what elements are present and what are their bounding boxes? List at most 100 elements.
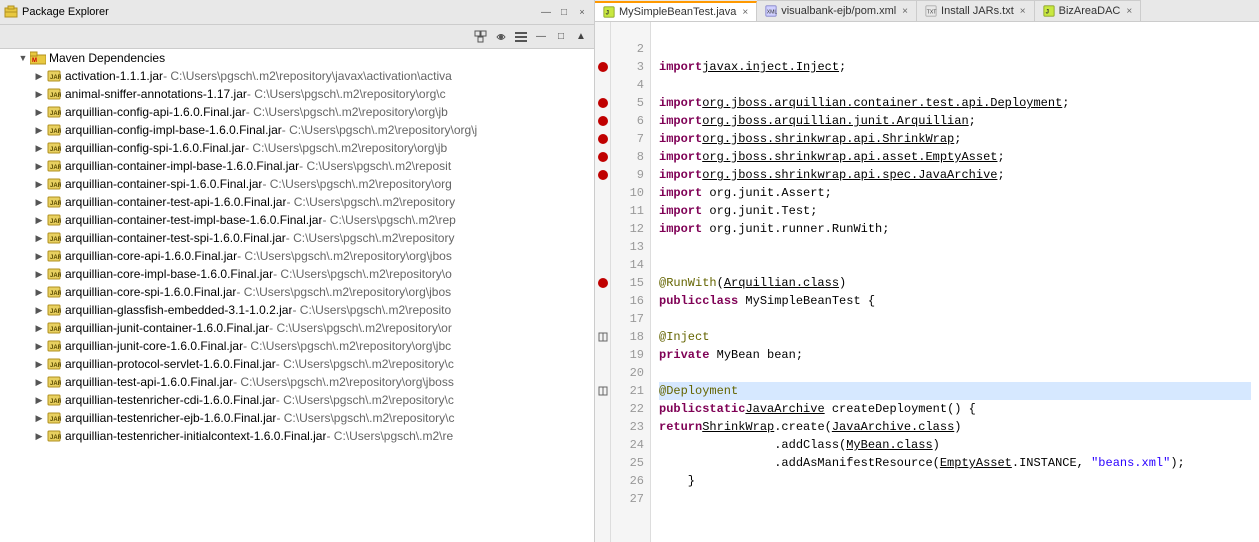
code-line xyxy=(659,22,1251,40)
code-line: @Inject xyxy=(659,328,1251,346)
expand-arrow[interactable]: ▼ xyxy=(16,53,30,63)
svg-text:JAR: JAR xyxy=(50,129,61,135)
list-item[interactable]: ▶JARarquillian-container-test-impl-base-… xyxy=(0,211,594,229)
svg-text:XML: XML xyxy=(767,10,777,16)
close-button[interactable]: × xyxy=(574,4,590,20)
tab-close-txt[interactable]: × xyxy=(1020,6,1026,17)
jar-icon: JAR xyxy=(46,86,62,102)
jar-icon: JAR xyxy=(46,284,62,300)
tab-txt-label: Install JARs.txt xyxy=(941,5,1014,17)
jar-icon: JAR xyxy=(46,374,62,390)
gutter-line-9 xyxy=(595,166,610,184)
code-container[interactable]: 2 3 4 5 6 7 8 9 10 11 12 13 14 15 16 17 … xyxy=(595,22,1259,542)
tab-install-jars[interactable]: TXT Install JARs.txt × xyxy=(917,0,1035,21)
list-item[interactable]: ▶JARarquillian-core-spi-1.6.0.Final.jar … xyxy=(0,283,594,301)
panel-title: Package Explorer xyxy=(22,6,109,18)
jar-icon: JAR xyxy=(46,104,62,120)
gutter-line xyxy=(595,454,610,472)
list-item[interactable]: ▶JARactivation-1.1.1.jar - C:\Users\pgsc… xyxy=(0,67,594,85)
jar-icon: JAR xyxy=(46,338,62,354)
code-line xyxy=(659,490,1251,508)
tab-mysinglebeantest[interactable]: J MySimpleBeanTest.java × xyxy=(595,1,757,22)
gutter-line-18 xyxy=(595,328,610,346)
jar-icon: JAR xyxy=(46,140,62,156)
gutter-line xyxy=(595,418,610,436)
gutter-line xyxy=(595,220,610,238)
code-line: .addAsManifestResource(EmptyAsset.INSTAN… xyxy=(659,454,1251,472)
tab-close-xml[interactable]: × xyxy=(902,6,908,17)
list-item[interactable]: ▶JARarquillian-container-impl-base-1.6.0… xyxy=(0,157,594,175)
list-item[interactable]: ▶JARarquillian-protocol-servlet-1.6.0.Fi… xyxy=(0,355,594,373)
collapse-all-button[interactable] xyxy=(472,28,490,46)
maximize-button[interactable]: □ xyxy=(556,4,572,20)
jar-icon: JAR xyxy=(46,68,62,84)
minimize-view-button[interactable]: — xyxy=(532,28,550,46)
link-editor-button[interactable] xyxy=(492,28,510,46)
tab-bizareadac[interactable]: J BizAreaDAC × xyxy=(1035,0,1142,21)
code-line: private MyBean bean; xyxy=(659,346,1251,364)
maven-folder-icon: M xyxy=(30,50,46,66)
list-item[interactable]: ▶JARanimal-sniffer-annotations-1.17.jar … xyxy=(0,85,594,103)
code-line: return ShrinkWrap.create(JavaArchive.cla… xyxy=(659,418,1251,436)
svg-text:JAR: JAR xyxy=(50,273,61,279)
list-item[interactable]: ▶JARarquillian-config-impl-base-1.6.0.Fi… xyxy=(0,121,594,139)
list-item[interactable]: ▶JARarquillian-junit-container-1.6.0.Fin… xyxy=(0,319,594,337)
tab-java-label: MySimpleBeanTest.java xyxy=(619,6,736,18)
jar-icon: JAR xyxy=(46,392,62,408)
list-item[interactable]: ▶JARarquillian-glassfish-embedded-3.1-1.… xyxy=(0,301,594,319)
tab-pom[interactable]: XML visualbank-ejb/pom.xml × xyxy=(757,0,917,21)
svg-text:JAR: JAR xyxy=(50,345,61,351)
maven-dependencies-root[interactable]: ▼ M Maven Dependencies xyxy=(0,49,594,67)
gutter-line xyxy=(595,40,610,58)
jar-icon: JAR xyxy=(46,428,62,444)
code-line: import org.jboss.arquillian.junit.Arquil… xyxy=(659,112,1251,130)
list-item[interactable]: ▶JARarquillian-testenricher-cdi-1.6.0.Fi… xyxy=(0,391,594,409)
list-item[interactable]: ▶JARarquillian-testenricher-ejb-1.6.0.Fi… xyxy=(0,409,594,427)
list-item[interactable]: ▶JARarquillian-container-test-spi-1.6.0.… xyxy=(0,229,594,247)
code-editor[interactable]: import javax.inject.Inject; import org.j… xyxy=(651,22,1259,542)
scroll-up-button[interactable]: ▲ xyxy=(572,28,590,46)
jar-icon: JAR xyxy=(46,176,62,192)
gutter-line xyxy=(595,346,610,364)
list-item[interactable]: ▶JARarquillian-junit-core-1.6.0.Final.ja… xyxy=(0,337,594,355)
jar-icon: JAR xyxy=(46,266,62,282)
gutter-line-7 xyxy=(595,130,610,148)
minimize-button[interactable]: — xyxy=(538,4,554,20)
line-numbers: 2 3 4 5 6 7 8 9 10 11 12 13 14 15 16 17 … xyxy=(611,22,651,542)
tab-close-java[interactable]: × xyxy=(742,7,748,18)
code-line xyxy=(659,76,1251,94)
view-menu-button[interactable] xyxy=(512,28,530,46)
svg-text:JAR: JAR xyxy=(50,327,61,333)
code-line: public class MySimpleBeanTest { xyxy=(659,292,1251,310)
list-item[interactable]: ▶JARarquillian-config-spi-1.6.0.Final.ja… xyxy=(0,139,594,157)
code-line: import org.junit.Test; xyxy=(659,202,1251,220)
jar-icon: JAR xyxy=(46,230,62,246)
java-file-tab-icon: J xyxy=(603,6,615,18)
svg-text:JAR: JAR xyxy=(50,147,61,153)
list-item[interactable]: ▶JARarquillian-test-api-1.6.0.Final.jar … xyxy=(0,373,594,391)
xml-tab-icon: XML xyxy=(765,5,777,17)
svg-text:JAR: JAR xyxy=(50,165,61,171)
tree-content[interactable]: ▼ M Maven Dependencies ▶JARactivation-1.… xyxy=(0,49,594,542)
panel-header-actions: — □ × xyxy=(538,4,590,20)
code-line-highlighted: @Deployment xyxy=(659,382,1251,400)
list-item[interactable]: ▶JARarquillian-core-api-1.6.0.Final.jar … xyxy=(0,247,594,265)
svg-text:JAR: JAR xyxy=(50,75,61,81)
list-item[interactable]: ▶JARarquillian-container-test-api-1.6.0.… xyxy=(0,193,594,211)
list-item[interactable]: ▶JARarquillian-config-api-1.6.0.Final.ja… xyxy=(0,103,594,121)
code-line: import org.junit.Assert; xyxy=(659,184,1251,202)
gutter-line xyxy=(595,22,610,40)
tab-close-biz[interactable]: × xyxy=(1126,6,1132,17)
maximize-view-button[interactable]: □ xyxy=(552,28,570,46)
gutter-line-3 xyxy=(595,58,610,76)
list-item[interactable]: ▶JARarquillian-testenricher-initialconte… xyxy=(0,427,594,445)
jar-icon: JAR xyxy=(46,194,62,210)
gutter-line xyxy=(595,400,610,418)
list-item[interactable]: ▶JARarquillian-container-spi-1.6.0.Final… xyxy=(0,175,594,193)
code-line xyxy=(659,364,1251,382)
tree-toolbar: — □ ▲ xyxy=(0,25,594,49)
list-item[interactable]: ▶JARarquillian-core-impl-base-1.6.0.Fina… xyxy=(0,265,594,283)
gutter-line-6 xyxy=(595,112,610,130)
txt-tab-icon: TXT xyxy=(925,5,937,17)
code-line: .addClass(MyBean.class) xyxy=(659,436,1251,454)
